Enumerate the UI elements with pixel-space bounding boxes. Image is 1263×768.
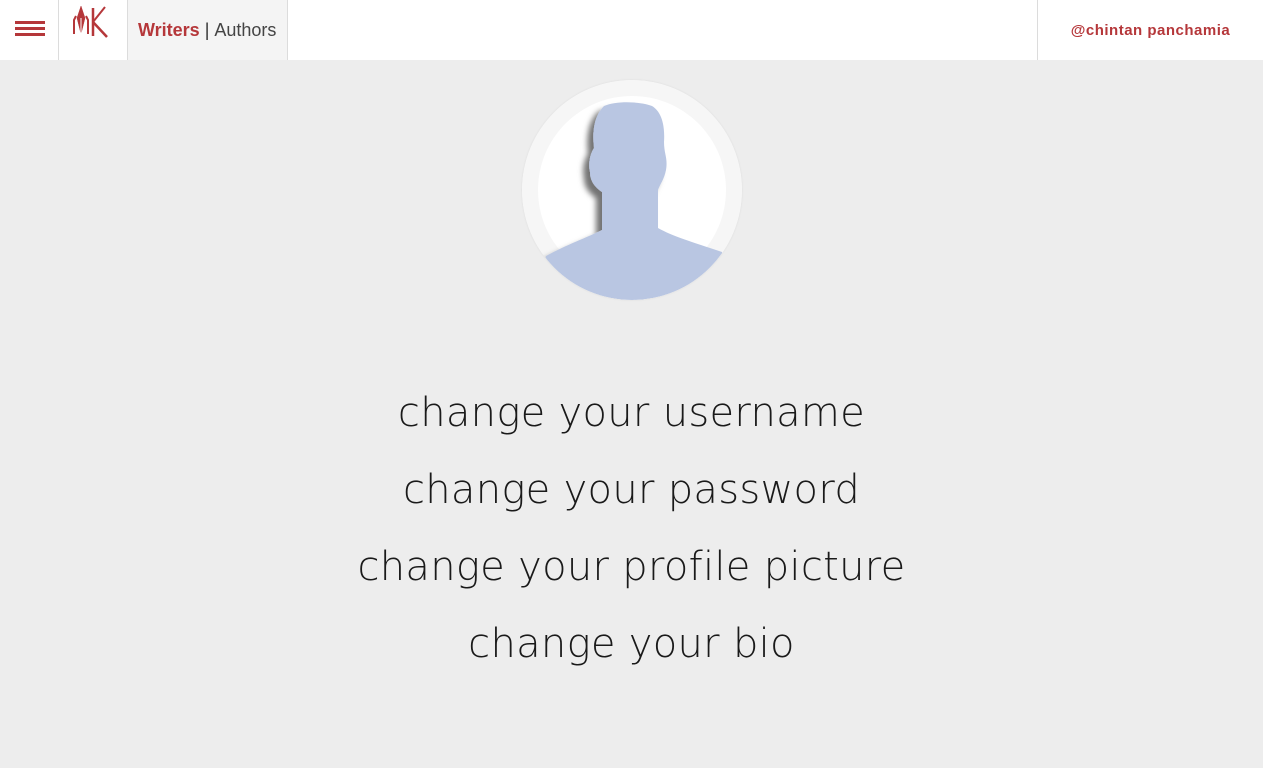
change-username-link[interactable]: change your username	[0, 378, 1263, 455]
change-profile-picture-link[interactable]: change your profile picture	[0, 532, 1263, 609]
site-logo[interactable]	[59, 0, 128, 60]
tab-authors[interactable]: Authors	[214, 20, 276, 41]
menu-bar-line	[15, 33, 45, 36]
menu-bar-line	[15, 21, 45, 24]
user-profile-link[interactable]: @chintan panchamia	[1037, 0, 1263, 60]
top-navigation-bar: Writers | Authors @chintan panchamia	[0, 0, 1263, 60]
hamburger-menu-button[interactable]	[0, 0, 59, 60]
default-user-silhouette-icon	[522, 80, 742, 300]
change-bio-link[interactable]: change your bio	[0, 609, 1263, 686]
section-tabs: Writers | Authors	[128, 0, 288, 60]
avatar[interactable]	[522, 80, 742, 300]
pen-nib-logo-icon	[73, 5, 108, 38]
tab-separator: |	[204, 19, 210, 40]
account-settings-menu: change your username change your passwor…	[0, 378, 1263, 686]
menu-bar-line	[15, 27, 45, 30]
tab-writers[interactable]: Writers	[138, 20, 200, 41]
change-password-link[interactable]: change your password	[0, 455, 1263, 532]
